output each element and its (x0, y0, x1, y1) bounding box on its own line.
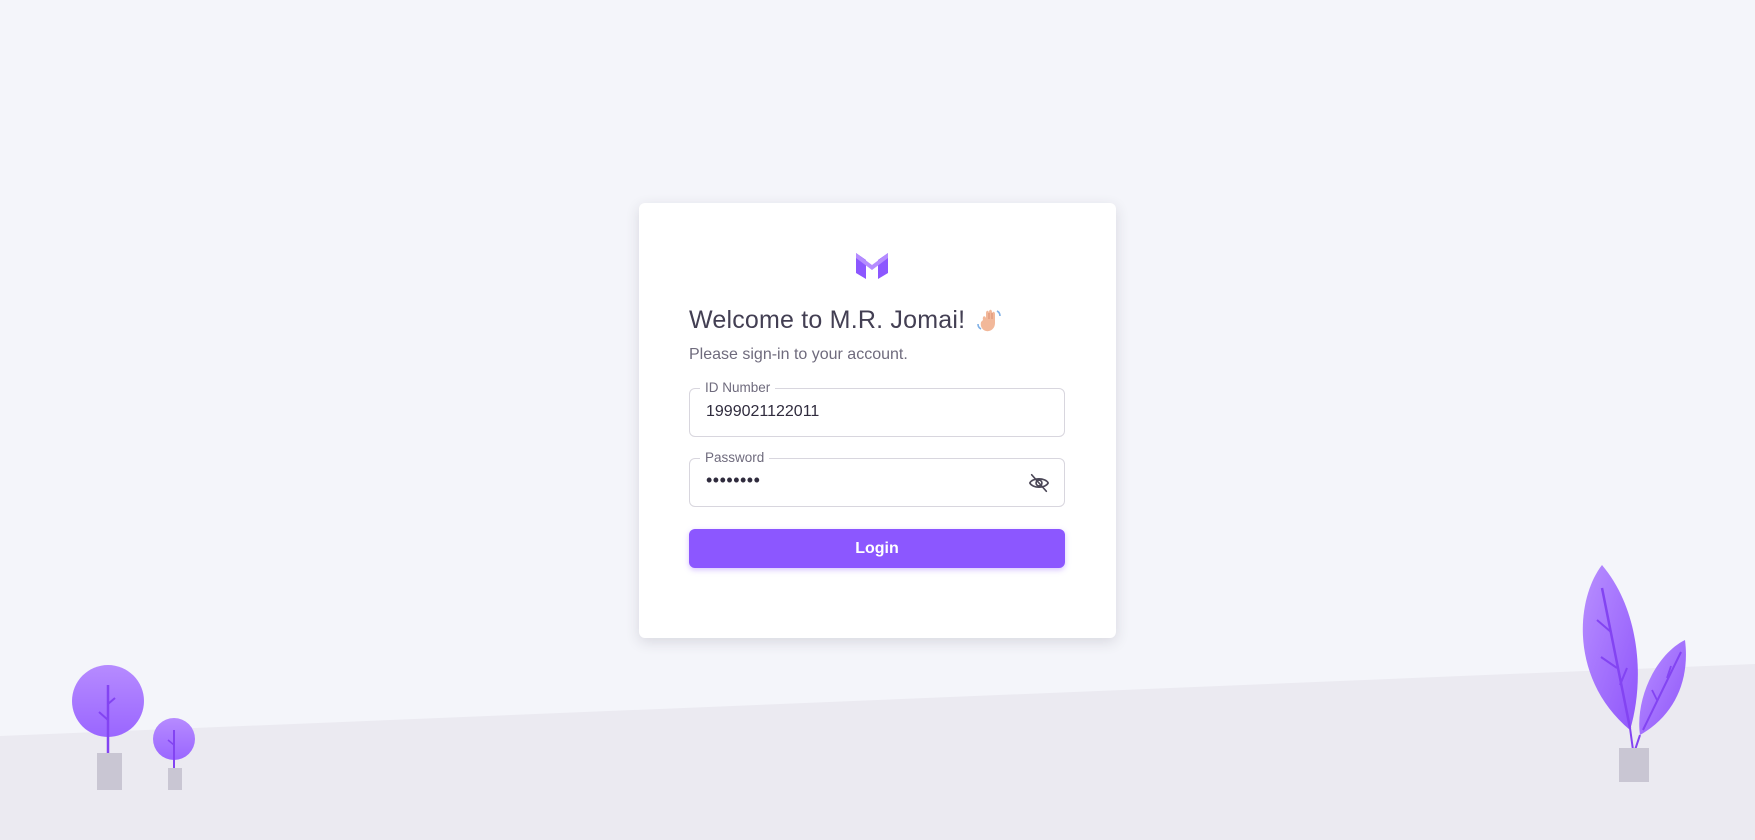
id-number-label: ID Number (700, 380, 776, 396)
tree-plants-illustration (72, 665, 195, 790)
waving-hand-icon (977, 309, 1002, 332)
id-number-input[interactable]: 1999021122011 (706, 403, 819, 421)
login-page: Welcome to M.R. Jomai! Please sign-in to… (0, 0, 1755, 840)
password-field[interactable]: Password •••••••• (689, 450, 1065, 507)
page-subtitle: Please sign-in to your account. (689, 346, 908, 363)
password-input[interactable]: •••••••• (706, 470, 760, 491)
password-label: Password (700, 450, 770, 466)
brand-m-logo-icon (856, 253, 888, 279)
login-card: Welcome to M.R. Jomai! Please sign-in to… (639, 203, 1116, 638)
page-title: Welcome to M.R. Jomai! (689, 305, 966, 334)
leaf-plant-illustration (1582, 565, 1686, 782)
id-number-field[interactable]: ID Number 1999021122011 (689, 380, 1065, 437)
welcome-heading: Welcome to M.R. Jomai! (689, 303, 1003, 337)
eye-off-icon[interactable] (1028, 472, 1050, 494)
login-button[interactable]: Login (689, 529, 1065, 568)
